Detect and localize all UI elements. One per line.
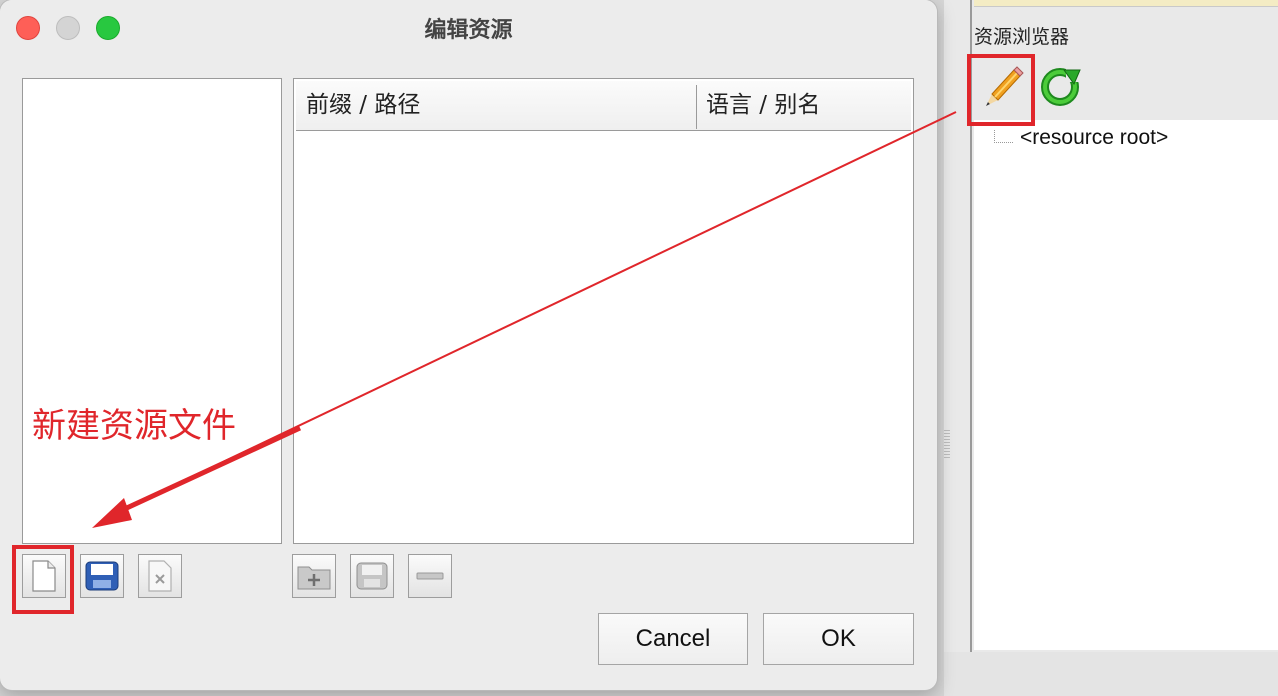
ok-button[interactable]: OK <box>763 613 914 665</box>
top-strip <box>974 0 1278 7</box>
resource-file-list[interactable] <box>22 78 282 544</box>
add-prefix-button[interactable] <box>292 554 336 598</box>
resource-browser-panel: 资源浏览器 <resource root> <box>944 0 1278 696</box>
tree-item-resource-root[interactable]: <resource root> <box>1020 126 1168 150</box>
refresh-button[interactable] <box>1038 64 1082 108</box>
edit-resources-button[interactable] <box>980 64 1024 108</box>
resource-tree[interactable]: <resource root> <box>974 120 1278 650</box>
pencil-icon <box>986 66 1024 106</box>
add-folder-icon <box>297 566 331 590</box>
remove-item-button[interactable] <box>408 554 452 598</box>
tree-connector <box>994 130 1013 143</box>
refresh-icon <box>1041 68 1081 106</box>
annotation-label: 新建资源文件 <box>32 406 236 446</box>
disk-icon <box>356 562 388 590</box>
panel-divider <box>970 0 972 652</box>
dialog-title: 编辑资源 <box>424 18 513 43</box>
minus-icon <box>416 572 444 580</box>
add-files-button[interactable] <box>350 554 394 598</box>
remove-resource-file-button[interactable] <box>138 554 182 598</box>
title-bar: 编辑资源 <box>0 0 937 56</box>
table-header: 前缀 / 路径 语言 / 别名 <box>296 81 911 131</box>
cancel-button[interactable]: Cancel <box>598 613 748 665</box>
resource-browser-title: 资源浏览器 <box>974 26 1070 48</box>
remove-file-icon <box>148 560 172 592</box>
edit-resources-dialog: 编辑资源 前缀 / 路径 语言 / 别名 Cancel OK 新建资源文件 <box>0 0 937 690</box>
column-header-language-alias[interactable]: 语言 / 别名 <box>696 81 911 129</box>
new-resource-file-button[interactable] <box>22 554 66 598</box>
save-resource-file-button[interactable] <box>80 554 124 598</box>
column-header-prefix-path[interactable]: 前缀 / 路径 <box>296 81 696 129</box>
resource-table[interactable]: 前缀 / 路径 语言 / 别名 <box>293 78 914 544</box>
splitter-grip[interactable] <box>944 430 950 460</box>
panel-bottom-area <box>944 652 1278 696</box>
save-icon <box>85 561 119 591</box>
new-file-icon <box>32 560 56 592</box>
